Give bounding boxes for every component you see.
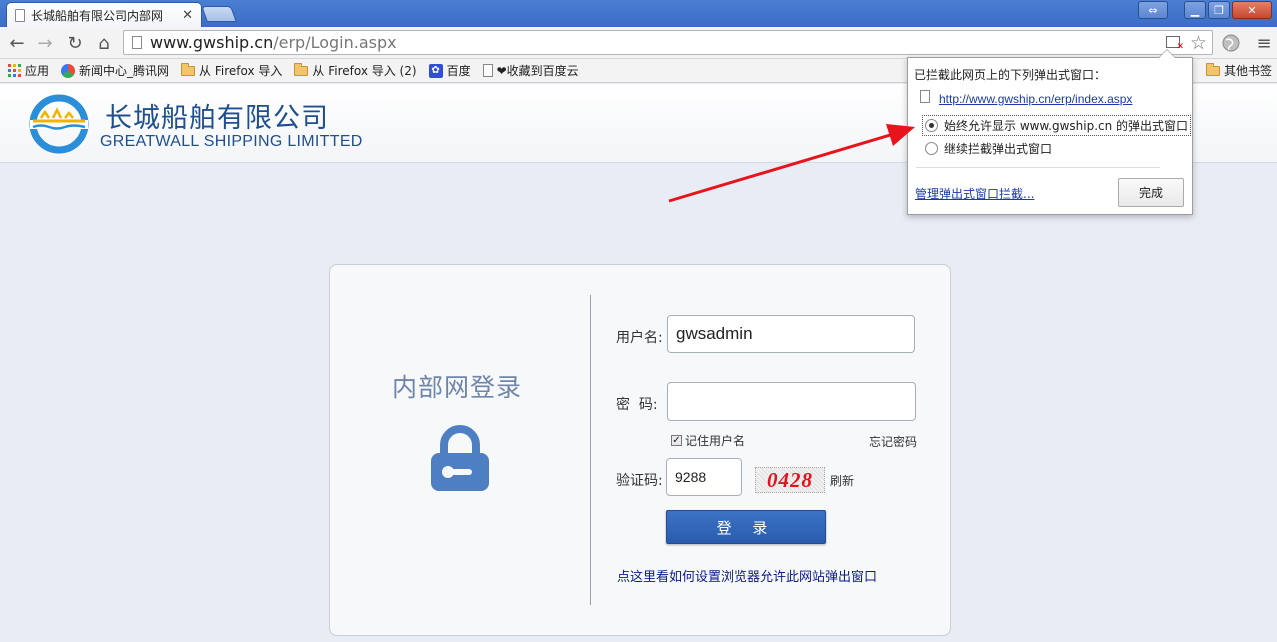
remember-label: 记住用户名 [685,434,746,448]
allow-popups-label: 始终允许显示 www.gwship.cn 的弹出式窗口 [944,119,1189,133]
block-popups-radio[interactable] [925,142,938,155]
menu-icon[interactable]: ≡ [1252,31,1276,55]
company-name-en: GREATWALL SHIPPING LIMITTED [100,133,363,150]
url-host: www.gwship.cn [150,33,274,52]
popup-blocked-bubble: 已拦截此网页上的下列弹出式窗口： http://www.gwship.cn/er… [907,49,1193,215]
captcha-label: 验证码: [616,473,663,489]
page-icon [920,90,930,103]
username-input[interactable]: gwsadmin [667,315,915,353]
url-path: /erp/Login.aspx [273,33,397,52]
forward-arrow-icon[interactable]: → [33,31,57,55]
folder-icon [181,62,196,76]
company-logo-icon [29,94,89,154]
bookmark-label: 应用 [25,64,50,78]
back-arrow-icon[interactable]: ← [5,31,29,55]
bookmark-folder-firefox[interactable]: 从 Firefox 导入 [181,62,282,79]
captcha-text: 0428 [767,467,813,492]
window-close-icon[interactable]: ✕ [1232,1,1272,19]
login-button[interactable]: 登 录 [666,510,826,544]
bookmark-label: ❤收藏到百度云 [496,64,579,78]
bookmark-baidu-cloud[interactable]: ❤收藏到百度云 [482,62,579,79]
folder-icon [1205,62,1220,76]
allow-popups-option[interactable]: 始终允许显示 www.gwship.cn 的弹出式窗口 [921,115,1192,136]
password-input[interactable] [667,382,916,421]
bookmark-tencent[interactable]: 新闻中心_腾讯网 [61,62,169,79]
bookmark-label: 新闻中心_腾讯网 [79,64,170,78]
apps-icon [8,64,21,77]
browser-tab[interactable]: 长城船舶有限公司内部网 ✕ [6,2,202,27]
folder-icon [294,62,309,76]
bookmark-folder-firefox-2[interactable]: 从 Firefox 导入 (2) [294,62,417,79]
divider [916,167,1160,168]
bookmark-label: 从 Firefox 导入 [199,64,283,78]
page-icon [482,64,493,77]
bookmark-star-icon[interactable]: ☆ [1190,32,1207,54]
bookmark-apps[interactable]: 应用 [8,62,49,79]
window-titlebar: 长城船舶有限公司内部网 ✕ ⇔ ▁ ❐ ✕ [0,0,1277,27]
tencent-icon [61,63,76,78]
captcha-image[interactable]: 0428 [755,467,825,493]
popup-help-link[interactable]: 点这里看如何设置浏览器允许此网站弹出窗口 [617,566,877,585]
bookmark-label: 从 Firefox 导入 (2) [312,64,417,78]
baidu-paw-icon: ✿ [428,63,443,78]
popup-blocked-icon[interactable] [1166,36,1184,52]
home-icon[interactable]: ⌂ [92,31,116,55]
page-icon [15,8,25,22]
refresh-captcha-link[interactable]: 刷新 [830,472,854,489]
block-popups-option[interactable]: 继续拦截弹出式窗口 [925,140,1052,157]
bookmark-label: 其他书签 [1223,64,1272,78]
browser-toolbar: ← → ↻ ⌂ www.gwship.cn /erp/Login.aspx ☆ … [0,27,1277,59]
page-icon [132,36,142,49]
password-label: 密 码: [616,397,658,413]
divider [590,295,591,605]
tab-close-icon[interactable]: ✕ [182,8,193,23]
allow-popups-radio[interactable] [925,119,938,132]
bookmark-label: 百度 [446,64,471,78]
captcha-input[interactable]: 9288 [666,458,742,496]
remember-checkbox[interactable]: ✓ [671,435,682,446]
lock-icon [431,425,489,491]
remember-username[interactable]: ✓ 记住用户名 [671,432,745,449]
other-bookmarks[interactable]: 其他书签 [1205,62,1272,79]
company-name-cn: 长城船舶有限公司 [105,103,329,134]
reload-icon[interactable]: ↻ [63,31,87,55]
bubble-title: 已拦截此网页上的下列弹出式窗口： [914,68,1107,82]
tab-title: 长城船舶有限公司内部网 [31,8,164,23]
username-label: 用户名: [616,330,663,346]
maximize-icon[interactable]: ❐ [1208,1,1230,19]
restore-size-icon[interactable]: ⇔ [1138,1,1168,19]
minimize-icon[interactable]: ▁ [1184,1,1206,19]
globe-icon[interactable] [1219,31,1243,55]
login-panel: 内部网登录 用户名: gwsadmin 密 码: ✓ 记住用户名 忘记密码 验证… [329,264,951,636]
forgot-password-link[interactable]: 忘记密码 [869,433,917,450]
blocked-popup-link[interactable]: http://www.gwship.cn/erp/index.aspx [939,92,1132,106]
block-popups-label: 继续拦截弹出式窗口 [944,142,1053,156]
bookmark-baidu[interactable]: ✿ 百度 [428,62,471,79]
login-title: 内部网登录 [392,373,523,402]
manage-popup-blocking-link[interactable]: 管理弹出式窗口拦截... [915,185,1034,202]
address-bar[interactable]: www.gwship.cn /erp/Login.aspx ☆ [123,30,1213,55]
done-button[interactable]: 完成 [1118,178,1184,207]
new-tab-button[interactable] [201,6,237,22]
